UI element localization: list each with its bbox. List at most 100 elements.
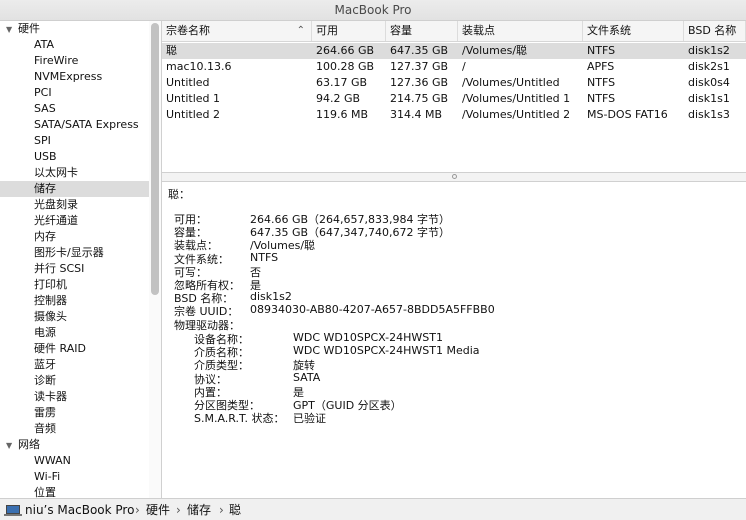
table-cell: disk2s1: [688, 60, 730, 73]
table-row[interactable]: Untitled 2 119.6 MB 314.4 MB/Volumes/Untit…: [162, 107, 746, 123]
sidebar-category[interactable]: ▼ 硬件: [0, 21, 154, 37]
triangle-down-icon[interactable]: ▼: [6, 438, 18, 454]
breadcrumb-item[interactable]: 硬件: [146, 502, 170, 518]
table-cell: /: [462, 60, 466, 73]
table-cell: APFS: [587, 60, 615, 73]
sidebar-item[interactable]: 诊断: [0, 373, 161, 389]
system-information-window: MacBook Pro ▼ 硬件 ATA FireWire NVMExpress PCI S…: [0, 0, 746, 520]
column-header[interactable]: 宗卷名称 ⌃: [162, 21, 312, 41]
table-row[interactable]: 聪 264.66 GB 647.35 GB/Volumes/聪 NTFS disk1s2: [162, 43, 746, 59]
table-cell: /Volumes/Untitled 1: [462, 92, 571, 105]
table-cell: Untitled 2: [166, 108, 221, 121]
sidebar-category-label: 网络: [18, 438, 40, 451]
sidebar-scroll-thumb[interactable]: [151, 23, 159, 295]
sidebar-category-label: 硬件: [18, 22, 40, 35]
column-header[interactable]: 文件系统: [583, 21, 684, 41]
sidebar-item[interactable]: 摄像头: [0, 309, 161, 325]
table-cell: 94.2 GB: [316, 92, 361, 105]
table-cell: disk1s1: [688, 92, 730, 105]
triangle-down-icon[interactable]: ▼: [6, 22, 18, 38]
sidebar-item[interactable]: 雷雳: [0, 405, 161, 421]
sidebar-item[interactable]: 控制器: [0, 293, 161, 309]
column-header-label: 可用: [316, 24, 338, 37]
table-cell: mac10.13.6: [166, 60, 232, 73]
table-row[interactable]: mac10.13.6 100.28 GB 127.37 GB / APFS disk2s1: [162, 59, 746, 75]
sidebar-item[interactable]: 硬件 RAID: [0, 341, 161, 357]
table-cell: 264.66 GB: [316, 44, 375, 57]
detail-value: 08934030-AB80-4207-A657-8BDD5A5FFBB0: [250, 303, 495, 317]
detail-heading: 聪：: [168, 188, 190, 201]
column-header-label: 文件系统: [587, 24, 631, 37]
sidebar-item[interactable]: 打印机: [0, 277, 161, 293]
sidebar-item[interactable]: 并行 SCSI: [0, 261, 161, 277]
sidebar-item[interactable]: 电源: [0, 325, 161, 341]
table-cell: disk1s2: [688, 44, 730, 57]
detail-pane: 聪： 可用： 264.66 GB（264,657,833,984 字节） 容量： 64…: [162, 182, 746, 498]
sidebar-item[interactable]: 蓝牙: [0, 357, 161, 373]
sidebar-item[interactable]: USB: [0, 149, 161, 165]
column-header[interactable]: BSD 名称: [684, 21, 746, 41]
sidebar-item[interactable]: 音频: [0, 421, 161, 437]
drive-value: WDC WD10SPCX-24HWST1: [293, 331, 443, 344]
column-header[interactable]: 容量: [386, 21, 458, 41]
breadcrumb-item[interactable]: 聪: [229, 502, 241, 518]
sidebar-item[interactable]: PCI: [0, 85, 161, 101]
sidebar-item[interactable]: 读卡器: [0, 389, 161, 405]
drive-label: S.M.A.R.T. 状态：: [194, 412, 285, 426]
sidebar-item[interactable]: 位置: [0, 485, 161, 498]
column-header-label: 装载点: [462, 24, 495, 37]
table-row[interactable]: Untitled 63.17 GB 127.36 GB/Volumes/Untitl…: [162, 75, 746, 91]
sidebar-item[interactable]: Wi-Fi: [0, 469, 161, 485]
breadcrumb-separator-icon: ›: [219, 503, 224, 517]
table-cell: NTFS: [587, 92, 616, 105]
column-header[interactable]: 装载点: [458, 21, 583, 41]
sidebar-category[interactable]: ▼ 网络: [0, 437, 154, 453]
sidebar-item[interactable]: 以太网卡: [0, 165, 161, 181]
table-cell: /Volumes/Untitled 2: [462, 108, 571, 121]
detail-value: NTFS: [250, 250, 279, 264]
sidebar-item[interactable]: SPI: [0, 133, 161, 149]
table-cell: MS-DOS FAT16: [587, 108, 668, 121]
main-panel: 宗卷名称 ⌃ 可用 容量 装载点 文件系统 BSD 名称 聪 264.66 GB 647.35 …: [162, 21, 746, 498]
table-cell: 127.36 GB: [390, 76, 449, 89]
drive-value: SATA: [293, 370, 321, 384]
pane-splitter[interactable]: [162, 172, 746, 182]
table-row[interactable]: Untitled 1 94.2 GB 214.75 GB/Volumes/Untit…: [162, 91, 746, 107]
column-header-label: 宗卷名称: [166, 24, 210, 37]
table-cell: 647.35 GB: [390, 44, 449, 57]
table-cell: /Volumes/Untitled: [462, 76, 560, 89]
sidebar-item[interactable]: 图形卡/显示器: [0, 245, 161, 261]
sidebar-item[interactable]: SAS: [0, 101, 161, 117]
breadcrumb-item[interactable]: niu’s MacBook Pro: [25, 502, 134, 518]
sidebar-item[interactable]: 内存: [0, 229, 161, 245]
detail-value: disk1s2: [250, 290, 292, 304]
sidebar-item[interactable]: SATA/SATA Express: [0, 117, 161, 133]
column-header-label: BSD 名称: [688, 24, 737, 37]
window-title: MacBook Pro: [0, 0, 746, 21]
breadcrumb: niu’s MacBook Pro › 硬件 › 储存 › 聪: [0, 498, 746, 520]
column-header[interactable]: 可用: [312, 21, 386, 41]
table-cell: NTFS: [587, 76, 616, 89]
sidebar-scrollbar[interactable]: [149, 21, 161, 498]
table-cell: 聪: [166, 44, 177, 57]
sidebar-item[interactable]: FireWire: [0, 53, 161, 69]
sidebar: ▼ 硬件 ATA FireWire NVMExpress PCI SAS SATA/SATA …: [0, 21, 162, 498]
sidebar-item[interactable]: ATA: [0, 37, 161, 53]
laptop-icon: [4, 505, 22, 516]
table-cell: NTFS: [587, 44, 616, 57]
table-cell: 214.75 GB: [390, 92, 449, 105]
sidebar-item[interactable]: NVMExpress: [0, 69, 161, 85]
table-cell: /Volumes/聪: [462, 44, 528, 57]
sidebar-item[interactable]: 光纤通道: [0, 213, 161, 229]
column-header-label: 容量: [390, 24, 412, 37]
table-cell: 314.4 MB: [390, 108, 443, 121]
sidebar-item[interactable]: WWAN: [0, 453, 161, 469]
table-cell: disk1s3: [688, 108, 730, 121]
splitter-handle-icon[interactable]: [452, 174, 457, 179]
sidebar-item[interactable]: 储存: [0, 181, 161, 197]
sidebar-item[interactable]: 光盘刻录: [0, 197, 161, 213]
table-cell: 119.6 MB: [316, 108, 369, 121]
drive-value: 已验证: [293, 412, 326, 426]
table-header: 宗卷名称 ⌃ 可用 容量 装载点 文件系统 BSD 名称: [162, 21, 746, 42]
breadcrumb-item[interactable]: 储存: [187, 502, 211, 518]
